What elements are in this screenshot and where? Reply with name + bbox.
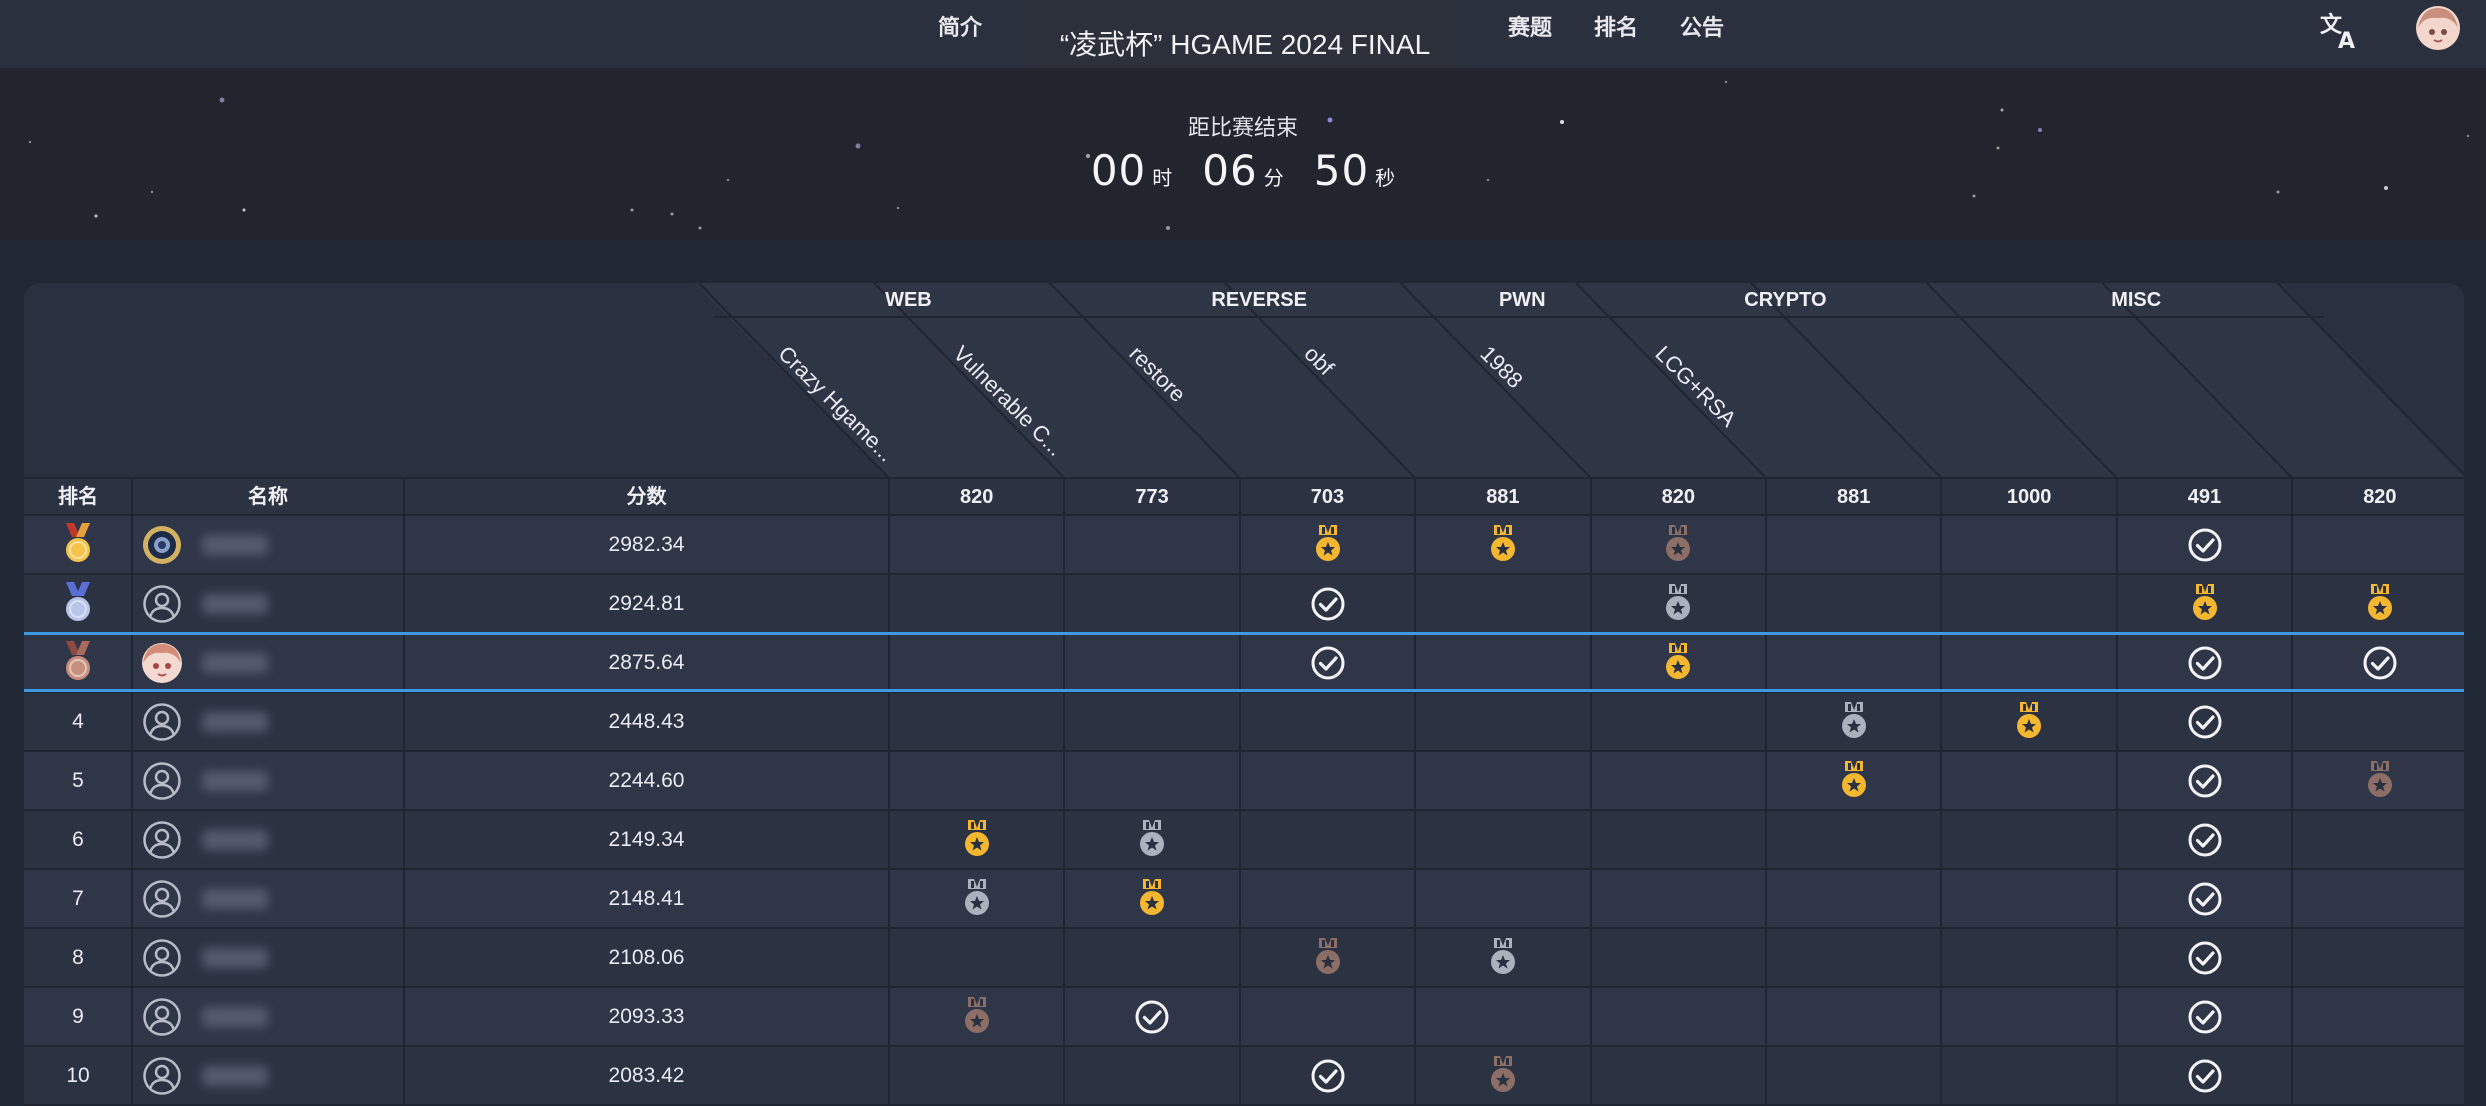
challenge-points-header: 820: [2363, 486, 2397, 508]
score-header[interactable]: 分数: [404, 479, 889, 515]
silver-medal-icon: [24, 574, 132, 633]
selected-row-highlight: [24, 632, 2464, 692]
table-row[interactable]: 5 2244.60: [24, 751, 2464, 810]
rank-number: 6: [72, 828, 84, 851]
team-name-blurred[interactable]: [202, 751, 302, 810]
grid-line: [24, 514, 2464, 516]
team-name-blurred[interactable]: [202, 869, 302, 928]
grid-line: [24, 868, 2464, 870]
table-row[interactable]: 4 2448.43: [24, 692, 2464, 751]
team-name-blurred[interactable]: [202, 810, 302, 869]
grid-line: [24, 986, 2464, 988]
challenge-points-header: 820: [960, 486, 994, 508]
team-name-blurred[interactable]: [202, 987, 302, 1046]
team-name-blurred[interactable]: [202, 692, 302, 751]
table-row[interactable]: 7 2148.41: [24, 869, 2464, 928]
rank-number: 5: [72, 769, 84, 792]
table-row[interactable]: 10 2083.42: [24, 1046, 2464, 1105]
team-score: 2448.43: [608, 710, 685, 733]
grid-line: [24, 927, 2464, 929]
avatar[interactable]: [142, 525, 182, 565]
avatar[interactable]: [142, 702, 182, 742]
challenge-points-header: 881: [1486, 486, 1520, 508]
countdown-timer: 00 时 06 分 50 秒: [0, 146, 2486, 195]
team-score: 2924.81: [608, 592, 685, 615]
grid-line: [24, 809, 2464, 811]
rank-number: 9: [72, 1005, 84, 1028]
team-score: 2093.33: [608, 1005, 685, 1028]
grid-line: [24, 477, 2464, 479]
table-row[interactable]: 8 2108.06: [24, 928, 2464, 987]
avatar[interactable]: [142, 879, 182, 919]
countdown-hours: 00: [1090, 146, 1147, 195]
challenge-points-header: 491: [2187, 486, 2222, 508]
scoreboard: WEB REVERSE PWN CRYPTO MISC Crazy Hgame... Vul…: [24, 283, 2464, 1106]
category-header: PWN: [1498, 289, 1546, 311]
nav-intro[interactable]: 简介: [938, 0, 982, 56]
table-row[interactable]: 9 2093.33: [24, 987, 2464, 1046]
grid-line: [24, 1045, 2464, 1047]
challenge-points-header: 881: [1837, 486, 1871, 508]
team-name-blurred[interactable]: [202, 515, 302, 574]
rank-number: 10: [66, 1064, 90, 1087]
challenge-points-header: 703: [1310, 486, 1345, 508]
avatar[interactable]: [142, 584, 182, 624]
team-score: 2083.42: [608, 1064, 685, 1087]
rank-header[interactable]: 排名: [24, 479, 132, 515]
category-header: MISC: [2111, 289, 2162, 311]
team-score: 2148.41: [608, 887, 685, 910]
rank-number: 4: [72, 710, 84, 733]
category-header: REVERSE: [1211, 289, 1307, 311]
avatar[interactable]: [142, 761, 182, 801]
team-name-blurred[interactable]: [202, 928, 302, 987]
category-header: WEB: [885, 289, 932, 311]
team-score: 2244.60: [608, 769, 685, 792]
table-row[interactable]: 6 2149.34: [24, 810, 2464, 869]
table-row[interactable]: 2982.34: [24, 515, 2464, 574]
countdown-seconds: 50: [1313, 146, 1370, 195]
avatar[interactable]: [142, 1056, 182, 1096]
countdown-minutes: 06: [1202, 146, 1258, 195]
team-score: 2149.34: [608, 828, 685, 851]
countdown-hours-unit: 时: [1152, 168, 1173, 190]
nav-ranking[interactable]: 排名: [1594, 0, 1638, 56]
grid-line: [24, 750, 2464, 752]
user-avatar[interactable]: [2416, 6, 2460, 50]
grid-line: [24, 573, 2464, 575]
avatar[interactable]: [142, 997, 182, 1037]
gold-medal-icon: [24, 515, 132, 574]
rank-number: 7: [72, 887, 84, 910]
nav-challenges[interactable]: 赛题: [1508, 0, 1552, 56]
countdown-seconds-unit: 秒: [1375, 168, 1396, 190]
team-name-blurred[interactable]: [202, 1046, 302, 1105]
avatar[interactable]: [142, 938, 182, 978]
table-row[interactable]: 2924.81: [24, 574, 2464, 633]
team-name-blurred[interactable]: [202, 574, 302, 633]
challenge-points-header: 820: [1661, 486, 1695, 508]
countdown-label: 距比赛结束: [1187, 115, 1298, 140]
rank-number: 8: [72, 946, 84, 969]
category-header: CRYPTO: [1744, 289, 1827, 311]
team-score: 2982.34: [608, 533, 685, 556]
team-score: 2108.06: [608, 946, 685, 969]
challenge-points-header: 773: [1135, 486, 1169, 508]
svg-text:A: A: [2338, 29, 2355, 52]
challenge-points-header: 1000: [2006, 486, 2052, 508]
countdown-minutes-unit: 分: [1263, 168, 1284, 190]
translate-icon[interactable]: 文 A: [2318, 8, 2362, 54]
nav-announcements[interactable]: 公告: [1680, 0, 1724, 56]
name-header[interactable]: 名称: [132, 479, 404, 515]
avatar[interactable]: [142, 820, 182, 860]
